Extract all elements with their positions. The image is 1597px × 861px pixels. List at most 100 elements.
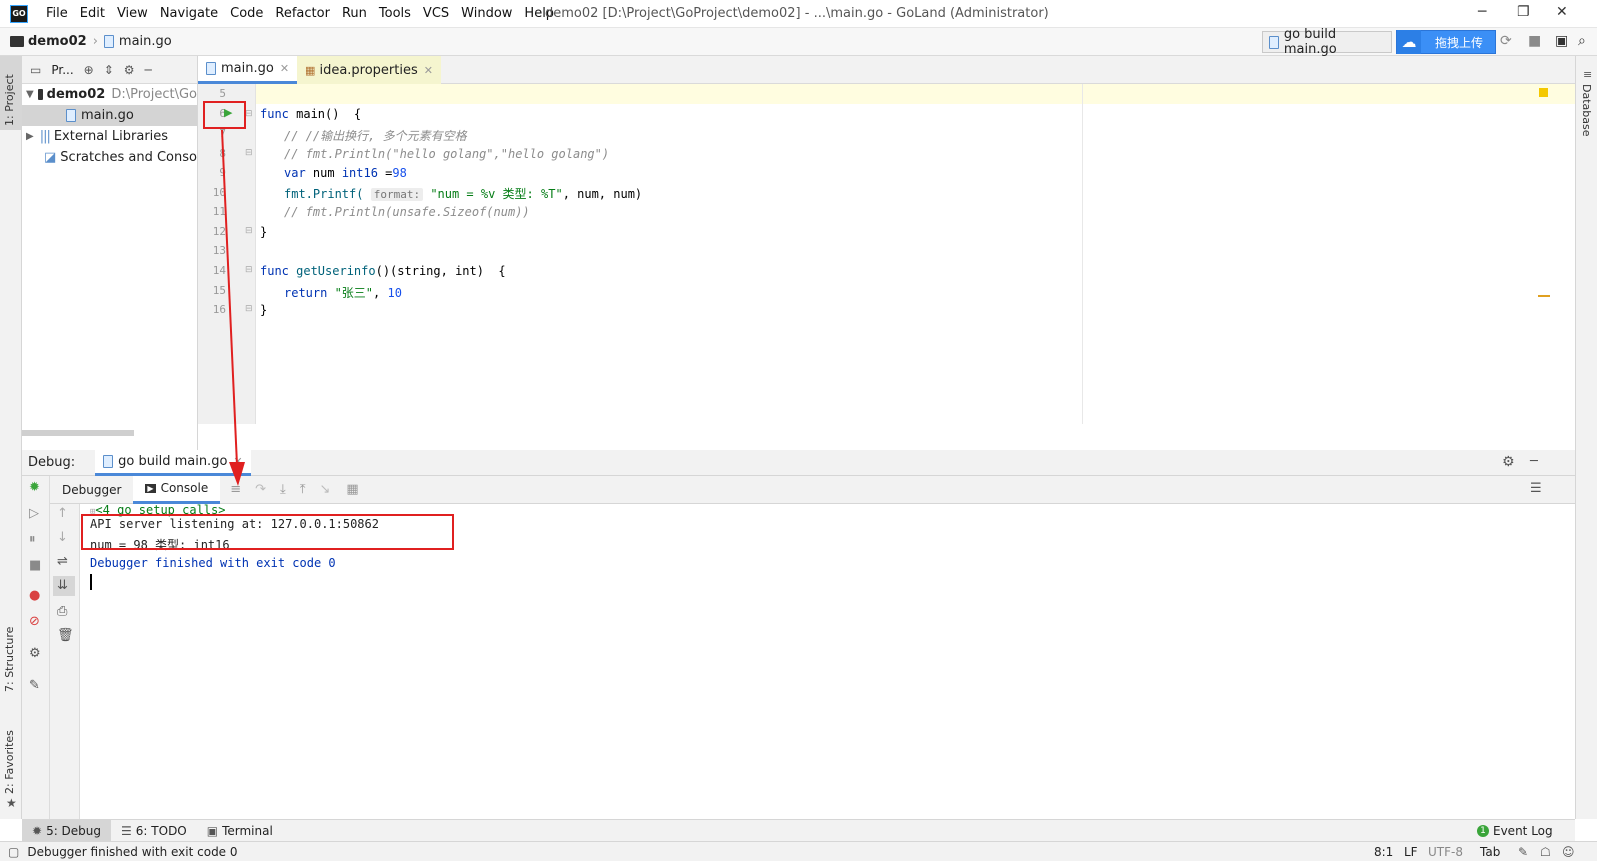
console-line-finished: Debugger finished with exit code 0 (90, 556, 336, 570)
tab-event-log[interactable]: 1 Event Log (1467, 820, 1563, 842)
line-number: 14 (212, 264, 226, 277)
run-to-cursor-icon[interactable]: ↘ (320, 482, 331, 497)
tab-idea-properties[interactable]: ▦ idea.properties ✕ (297, 56, 441, 84)
view-breakpoints-icon[interactable]: ● (29, 588, 40, 603)
resume-icon[interactable]: ▷ (29, 506, 39, 521)
horizontal-scrollbar[interactable] (22, 430, 134, 436)
menu-file[interactable]: File (40, 6, 74, 21)
hide-icon[interactable]: ─ (145, 63, 152, 77)
code-line-12: } (260, 225, 268, 239)
close-tab-icon[interactable]: ✕ (424, 64, 433, 77)
file-encoding[interactable]: UTF-8 (1428, 845, 1463, 859)
menu-edit[interactable]: Edit (74, 6, 111, 21)
fold-icon[interactable]: ⊟ (245, 304, 253, 314)
error-stripe-mark[interactable] (1538, 295, 1550, 297)
run-configuration-select[interactable]: go build main.go (1262, 27, 1392, 57)
tree-item-main-go[interactable]: main.go (22, 105, 197, 126)
database-tool-label[interactable]: Database (1580, 84, 1593, 137)
close-tab-icon[interactable]: ✕ (280, 62, 289, 75)
layout-icon[interactable]: ▣ (1555, 33, 1568, 49)
line-separator[interactable]: LF (1404, 845, 1418, 859)
caret-position[interactable]: 8:1 (1374, 845, 1393, 859)
menu-window[interactable]: Window (455, 6, 518, 21)
structure-tool-label[interactable]: 7: Structure (3, 627, 16, 692)
debug-session-tab[interactable]: go build main.go ✕ (95, 449, 251, 476)
show-execution-point-icon[interactable]: ≡ (230, 482, 241, 497)
layout-settings-icon[interactable]: ☰ (1530, 481, 1542, 496)
menu-tools[interactable]: Tools (373, 6, 417, 21)
gear-icon[interactable]: ⚙ (1502, 454, 1515, 470)
breadcrumb-project[interactable]: demo02 (28, 34, 87, 49)
close-window-icon[interactable]: ✕ (1556, 4, 1568, 20)
locate-icon[interactable]: ⊕ (84, 63, 94, 77)
fold-icon[interactable]: ⊟ (245, 148, 253, 158)
editor-gutter: 5 6 ▶ 7 8 9 10 11 12 13 14 15 16 ⊟ ⊟ ⊟ ⊟… (198, 84, 256, 424)
favorites-tool-label[interactable]: 2: Favorites (3, 730, 16, 794)
code-line-8: // fmt.Println("hello golang","hello gol… (284, 147, 610, 161)
evaluate-expression-icon[interactable]: ▦ (346, 482, 358, 497)
annotation-output-box (81, 514, 454, 550)
menu-code[interactable]: Code (224, 6, 269, 21)
code-editor[interactable]: func main() { // //输出换行, 多个元素有空格 // fmt.… (256, 84, 1575, 424)
window-title: demo02 [D:\Project\GoProject\demo02] - .… (545, 6, 1049, 21)
step-over-icon[interactable]: ↷ (255, 482, 266, 497)
gear-icon[interactable]: ⚙ (124, 63, 135, 77)
pause-icon[interactable]: ⏸ (29, 532, 36, 547)
wrench-icon[interactable]: ✎ (1518, 845, 1528, 859)
breadcrumb-file[interactable]: main.go (119, 34, 172, 49)
step-out-icon[interactable]: ⤒ (300, 482, 306, 497)
warning-indicator-icon[interactable] (1539, 88, 1548, 97)
stop-icon[interactable]: ■ (29, 558, 41, 573)
tree-root[interactable]: ▼ demo02 D:\Project\Go (22, 84, 197, 105)
menu-vcs[interactable]: VCS (417, 6, 455, 21)
debug-header: Debug: go build main.go ✕ ⚙ ─ (22, 449, 1575, 476)
cloud-icon: ☁ (1397, 30, 1421, 54)
tab-main-go[interactable]: main.go ✕ (198, 56, 298, 84)
fold-icon[interactable]: ⊟ (245, 265, 253, 275)
tab-debugger[interactable]: Debugger (50, 476, 133, 504)
up-arrow-icon[interactable]: ↑ (57, 506, 68, 521)
tab-console[interactable]: ▶ Console (133, 475, 221, 504)
inspector-icon[interactable]: ☺ (1562, 845, 1575, 859)
scroll-to-end-icon[interactable]: ⇊ (57, 578, 68, 593)
go-file-icon (1269, 35, 1279, 49)
search-icon[interactable]: ⌕ (1578, 33, 1586, 49)
trash-icon[interactable]: 🗑 (57, 628, 74, 643)
project-tool-label[interactable]: 1: Project (3, 74, 16, 126)
hide-icon[interactable]: ─ (1530, 454, 1538, 469)
code-line-6: func main() { (260, 107, 362, 121)
line-number: 13 (212, 244, 226, 257)
soft-wrap-icon[interactable]: ⇌ (57, 554, 68, 569)
menu-refactor[interactable]: Refactor (269, 6, 336, 21)
maximize-icon[interactable]: ❐ (1517, 4, 1530, 20)
lock-icon[interactable]: ☖ (1540, 845, 1551, 859)
step-into-icon[interactable]: ⤓ (280, 482, 286, 497)
tree-item-external-libraries[interactable]: ▶ ||| External Libraries (22, 126, 197, 147)
tab-terminal[interactable]: ▣ Terminal (197, 820, 283, 842)
coverage-icon[interactable]: ⟳ (1500, 33, 1512, 49)
collapse-icon[interactable]: ⇕ (104, 63, 114, 77)
indent-setting[interactable]: Tab (1480, 845, 1500, 859)
menu-view[interactable]: View (111, 6, 154, 21)
minimize-icon[interactable]: ─ (1478, 4, 1486, 20)
project-view-select[interactable]: Pr... (51, 63, 73, 77)
console-output[interactable]: ⊞<4 go setup calls> API server listening… (80, 503, 1575, 819)
pin-icon[interactable]: ✎ (29, 678, 40, 693)
print-icon[interactable]: ⎙ (57, 604, 67, 619)
tab-todo[interactable]: ☰ 6: TODO (111, 820, 197, 842)
baidu-upload-button[interactable]: ☁ 拖拽上传 (1396, 30, 1496, 54)
mute-breakpoints-icon[interactable]: ⊘ (29, 614, 40, 629)
menu-navigate[interactable]: Navigate (154, 6, 224, 21)
menu-run[interactable]: Run (336, 6, 373, 21)
tree-item-scratches[interactable]: ◪ Scratches and Consoles (22, 147, 197, 168)
close-tab-icon[interactable]: ✕ (233, 455, 242, 468)
status-window-icon[interactable]: ▢ (8, 845, 19, 859)
fold-icon[interactable]: ⊟ (245, 109, 253, 119)
down-arrow-icon[interactable]: ↓ (57, 530, 68, 545)
tab-debug[interactable]: ✹ 5: Debug (22, 819, 112, 842)
fold-icon[interactable]: ⊟ (245, 226, 253, 236)
tab-event-log-label: Event Log (1493, 823, 1553, 838)
stop-icon[interactable]: ■ (1528, 33, 1541, 49)
rerun-debug-icon[interactable]: ✹ (29, 480, 40, 495)
settings-icon[interactable]: ⚙ (29, 646, 41, 661)
